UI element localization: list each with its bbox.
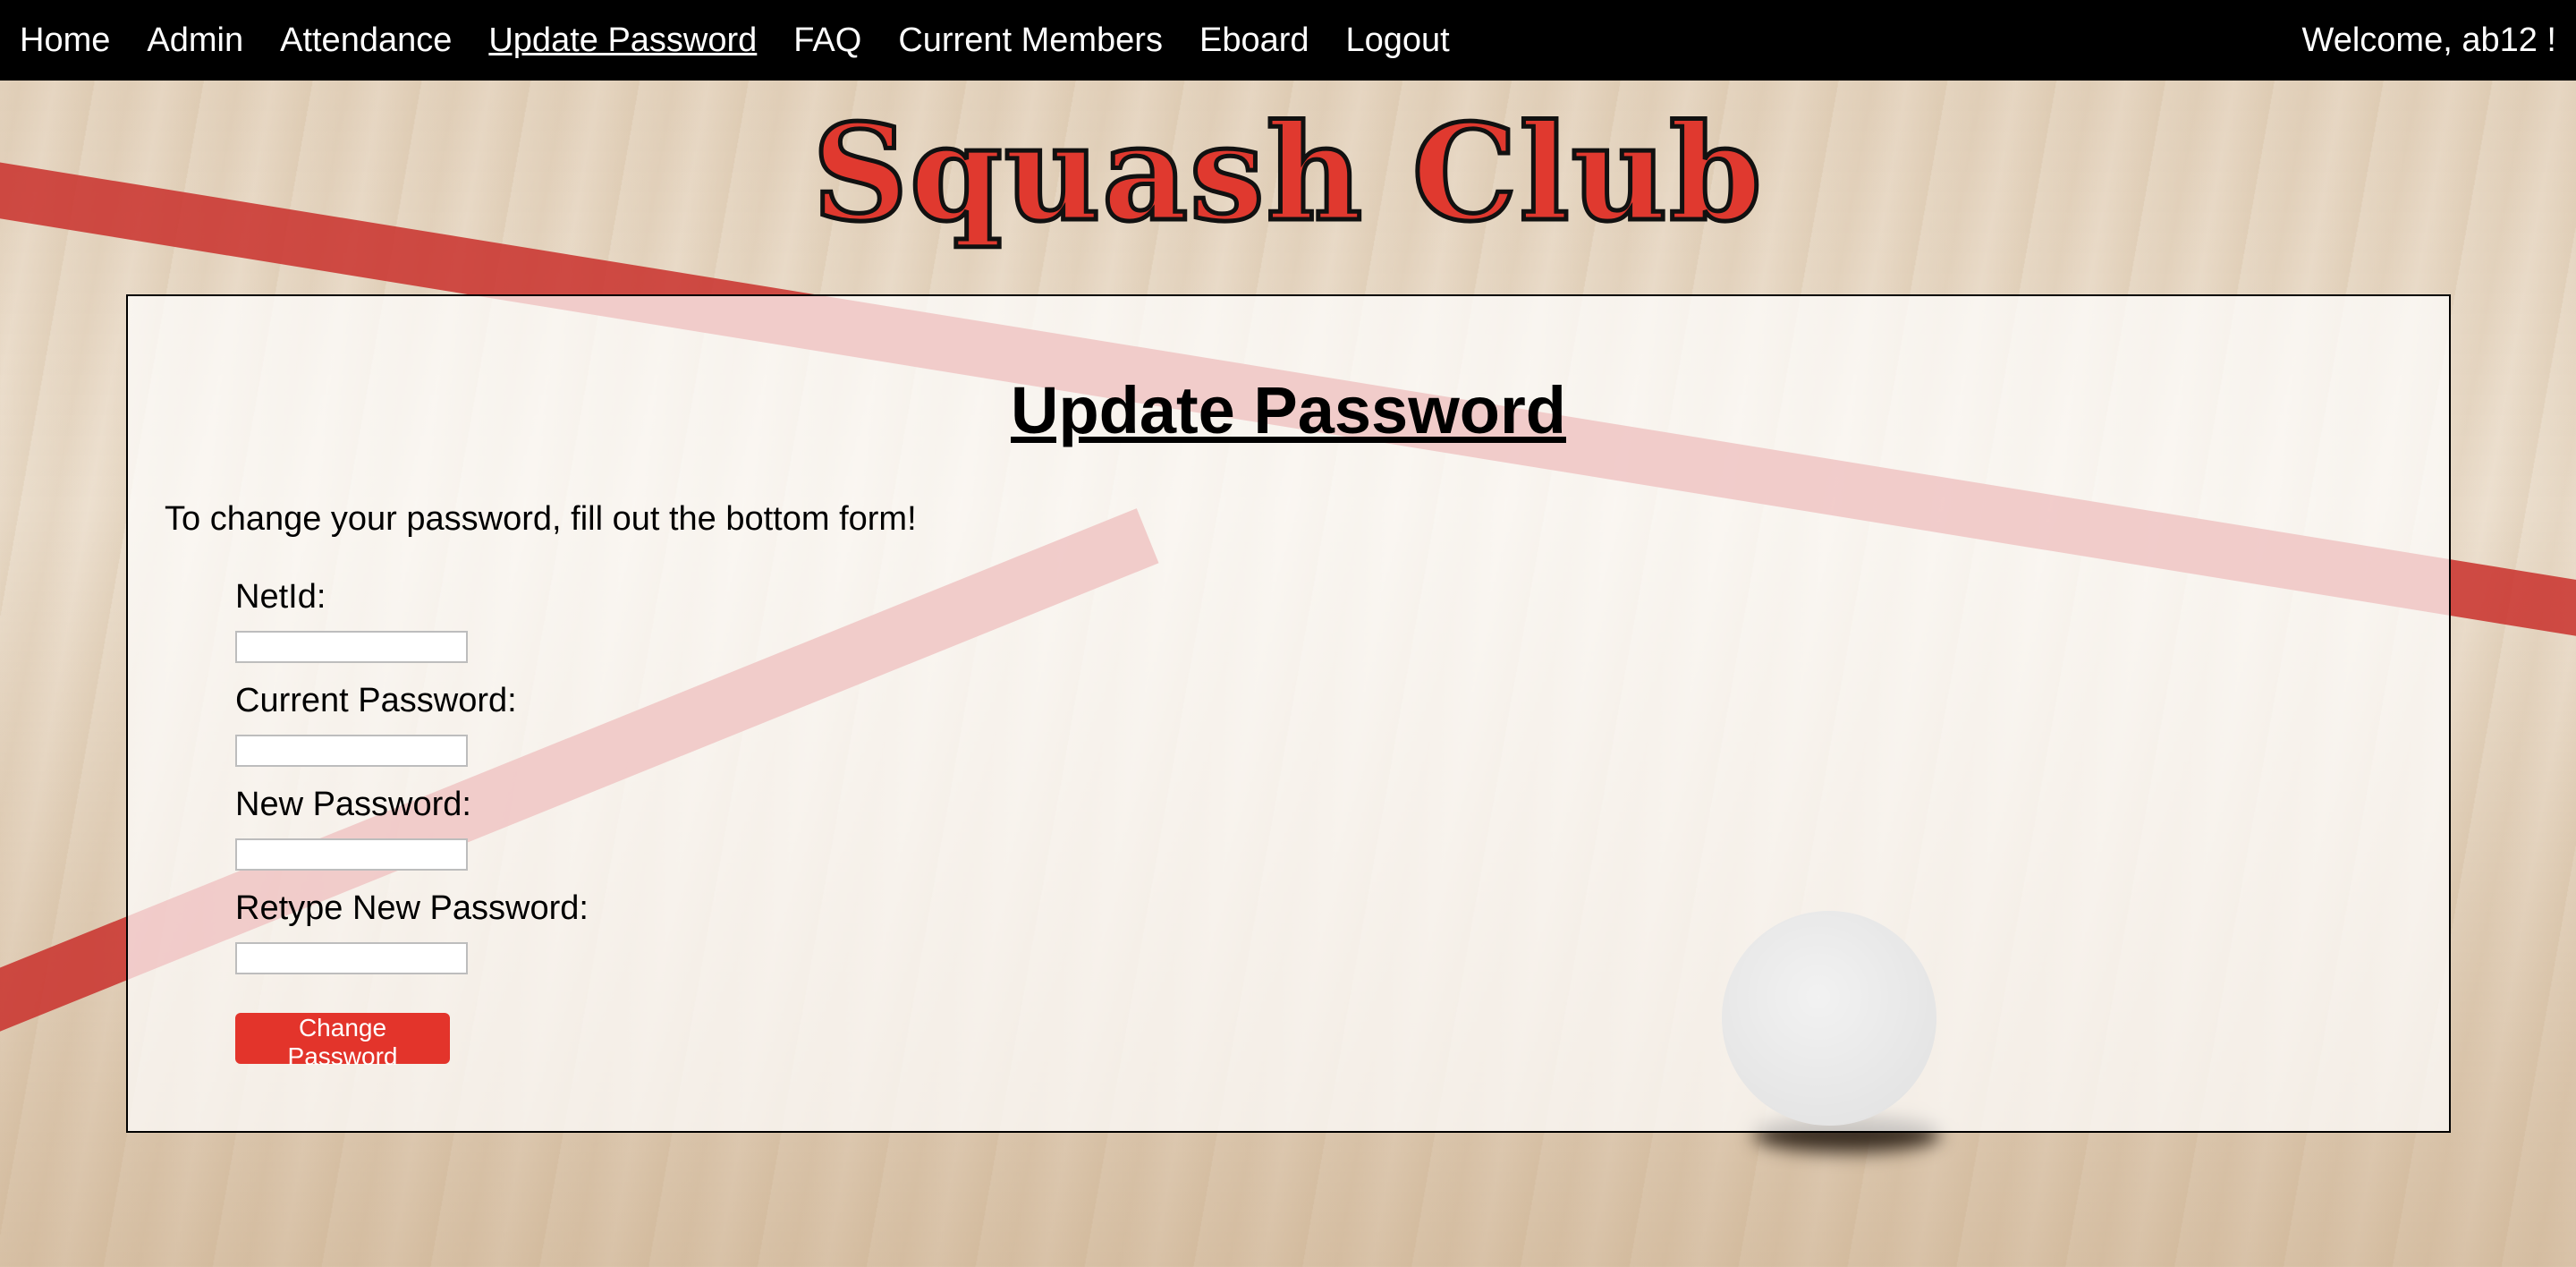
netid-input[interactable] [235, 631, 468, 663]
intro-text: To change your password, fill out the bo… [165, 500, 917, 538]
site-title: Squash Club [810, 95, 1764, 251]
top-navbar: Home Admin Attendance Update Password FA… [0, 0, 2576, 81]
nav-link-logout[interactable]: Logout [1346, 21, 1450, 60]
retype-password-label: Retype New Password: [235, 889, 589, 927]
change-password-button[interactable]: Change Password [235, 1013, 450, 1070]
netid-label: NetId: [235, 578, 326, 616]
page-heading: Update Password [1011, 373, 1566, 447]
nav-link-attendance[interactable]: Attendance [280, 21, 452, 60]
retype-password-input[interactable] [235, 942, 468, 974]
welcome-message: Welcome, ab12 ! [2301, 21, 2556, 59]
nav-link-current-members[interactable]: Current Members [898, 21, 1163, 60]
nav-link-update-password[interactable]: Update Password [488, 21, 757, 60]
content-panel: Update Password To change your password,… [126, 294, 2451, 1133]
nav-link-faq[interactable]: FAQ [793, 21, 861, 60]
current-password-input[interactable] [235, 735, 468, 767]
new-password-input[interactable] [235, 838, 468, 871]
new-password-label: New Password: [235, 786, 471, 823]
current-password-label: Current Password: [235, 682, 517, 719]
nav-link-admin[interactable]: Admin [147, 21, 243, 60]
nav-link-eboard[interactable]: Eboard [1199, 21, 1309, 60]
nav-links: Home Admin Attendance Update Password FA… [20, 21, 1487, 60]
nav-link-home[interactable]: Home [20, 21, 110, 60]
